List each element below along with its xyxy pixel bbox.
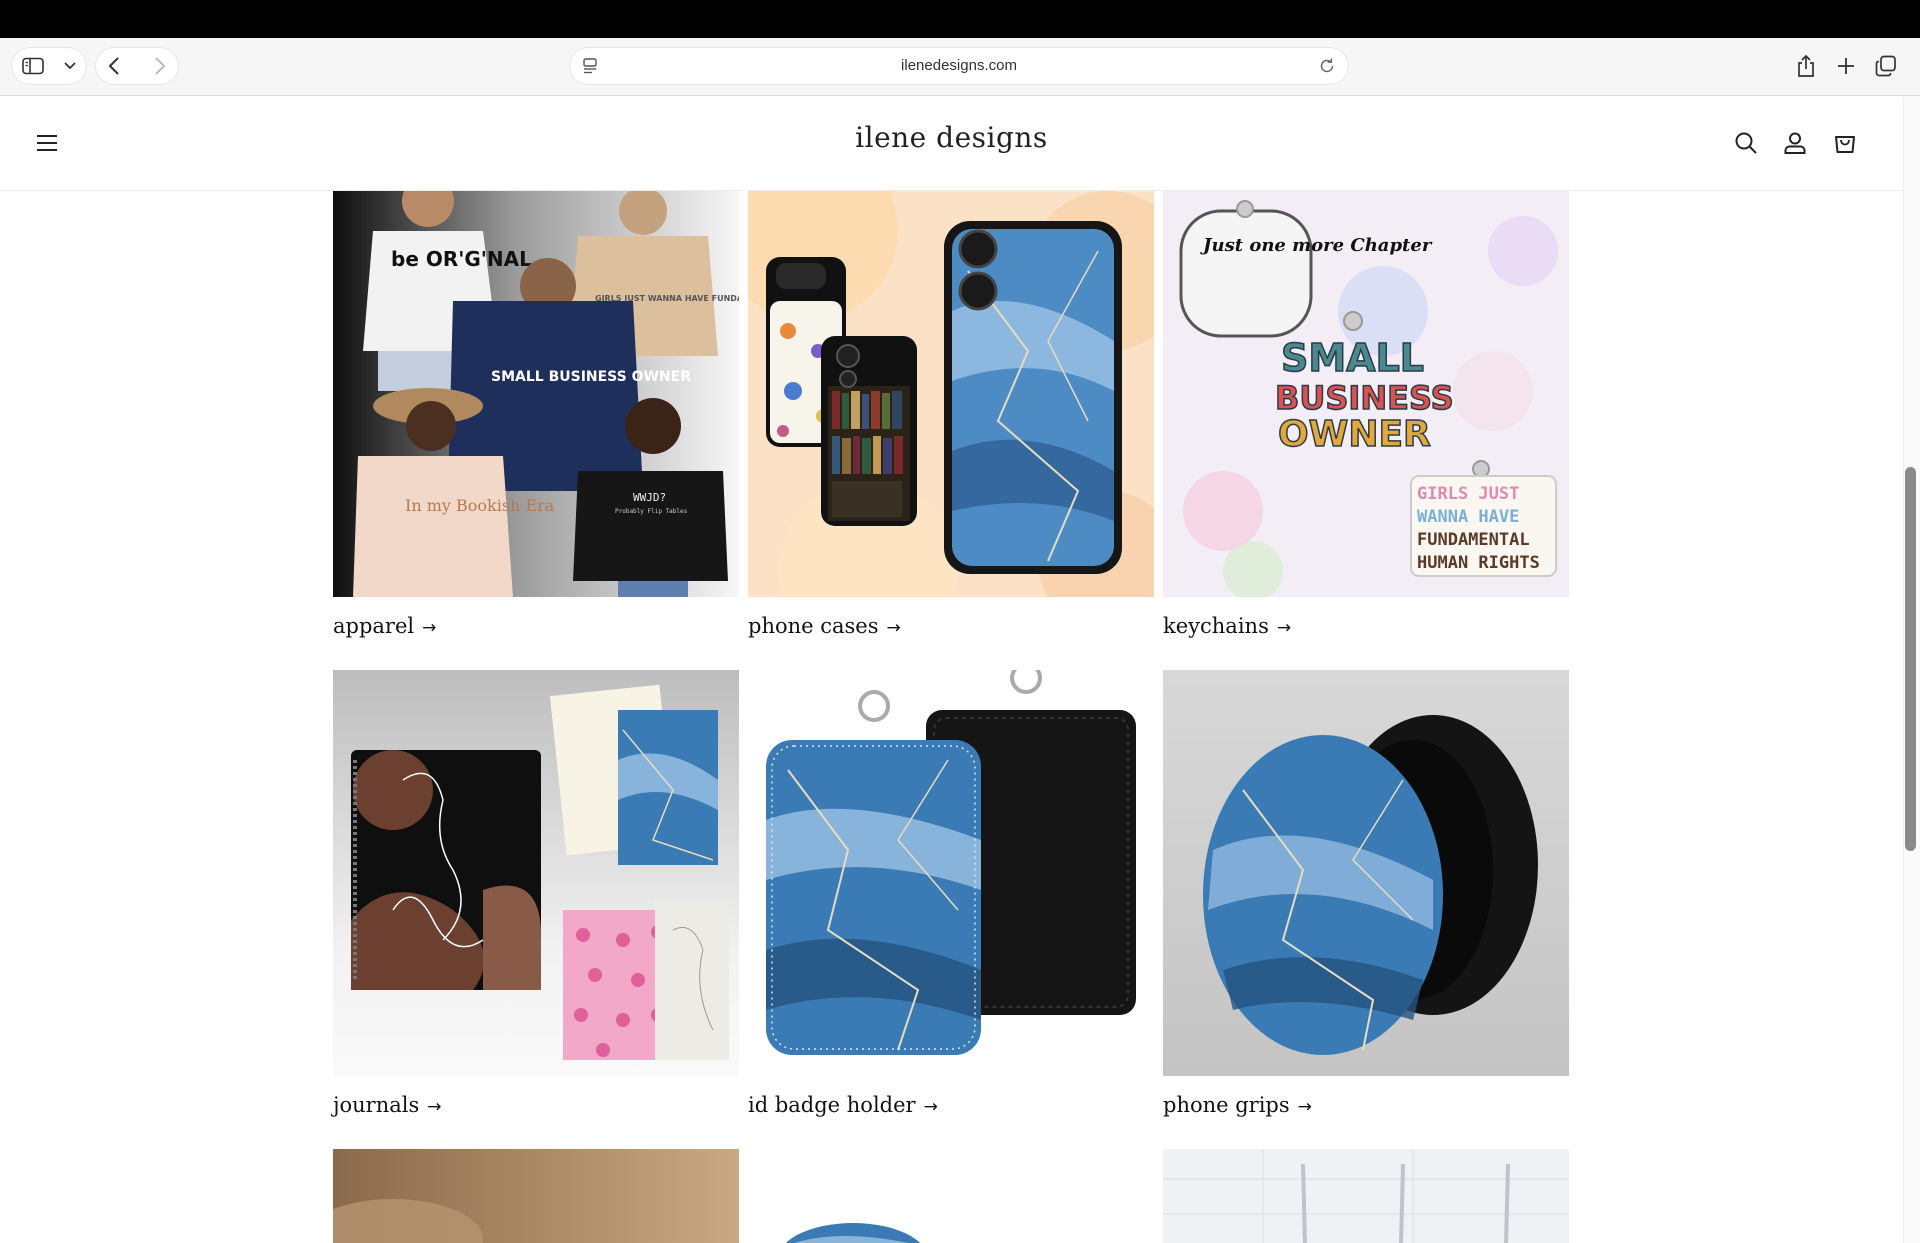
site-logo[interactable]: ilene designs: [0, 121, 1903, 154]
collection-card-partial[interactable]: [333, 1149, 739, 1243]
url-text: ilenedesigns.com: [901, 57, 1017, 74]
arrow-right-icon: →: [427, 1097, 442, 1117]
arrow-right-icon: →: [886, 618, 901, 638]
arrow-right-icon: →: [422, 618, 437, 638]
collection-card-phone-cases[interactable]: phone cases →: [748, 191, 1154, 638]
sidebar-toggle-button[interactable]: [12, 48, 86, 84]
keychain-chapter-text: Just one more Chapter: [1200, 235, 1433, 256]
address-bar[interactable]: ilenedesigns.com: [570, 48, 1348, 84]
share-icon: [1796, 54, 1816, 78]
apparel-bookish-text: In my Bookish Era: [405, 496, 555, 515]
search-icon[interactable]: [1733, 130, 1759, 156]
collection-link-id-badge-holder[interactable]: id badge holder →: [748, 1093, 938, 1117]
collection-label: phone grips: [1163, 1093, 1290, 1117]
phone-grips-image[interactable]: [1163, 670, 1569, 1076]
new-tab-icon: [1837, 57, 1855, 75]
share-button[interactable]: [1788, 48, 1824, 84]
site-header: ilene designs: [0, 97, 1903, 191]
navigation-buttons: [96, 48, 178, 84]
keychain-owner-text: OWNER: [1278, 414, 1431, 455]
collection-link-phone-cases[interactable]: phone cases →: [748, 614, 901, 638]
apparel-image[interactable]: be OR'G'NAL GIRLS JUST WANNA HAVE FUNDAM…: [333, 191, 739, 597]
collection-link-keychains[interactable]: keychains →: [1163, 614, 1291, 638]
keychain-girls-text: GIRLS JUST: [1417, 484, 1519, 504]
new-tab-button[interactable]: [1828, 48, 1864, 84]
apparel-sweat-text: WWJD?: [633, 491, 666, 504]
tab-overview-button[interactable]: [1868, 48, 1904, 84]
browser-toolbar: ilenedesigns.com: [0, 38, 1920, 96]
arrow-right-icon: →: [923, 1097, 938, 1117]
account-icon[interactable]: [1782, 130, 1808, 156]
apparel-sweat-subtext: Probably Flip Tables: [615, 508, 688, 515]
arrow-right-icon: →: [1297, 1097, 1312, 1117]
collection-card-journals[interactable]: journals →: [333, 670, 739, 1117]
collection-card-apparel[interactable]: be OR'G'NAL GIRLS JUST WANNA HAVE FUNDAM…: [333, 191, 739, 638]
collection-card-partial[interactable]: [748, 1149, 1154, 1243]
keychains-image[interactable]: Just one more Chapter SMALL BUSINESS OWN…: [1163, 191, 1569, 597]
chevron-down-icon[interactable]: [64, 62, 76, 70]
collection-label: keychains: [1163, 614, 1269, 638]
collection-card-id-badge-holder[interactable]: id badge holder →: [748, 670, 1154, 1117]
back-icon[interactable]: [108, 57, 120, 75]
collection-card-partial[interactable]: [1163, 1149, 1569, 1243]
keychain-fundamental-text: FUNDAMENTAL: [1417, 530, 1530, 550]
reload-icon[interactable]: [1318, 57, 1336, 75]
collection-card-keychains[interactable]: Just one more Chapter SMALL BUSINESS OWN…: [1163, 191, 1569, 638]
collection-label: phone cases: [748, 614, 879, 638]
apparel-shirt-text: be OR'G'NAL: [391, 247, 532, 271]
collection-label: journals: [333, 1093, 420, 1117]
phone-cases-image[interactable]: [748, 191, 1154, 597]
collection-image-partial[interactable]: [333, 1149, 739, 1243]
scrollbar-thumb[interactable]: [1905, 467, 1916, 851]
collection-label: apparel: [333, 614, 415, 638]
id-badge-holder-image[interactable]: [748, 670, 1154, 1076]
collection-image-partial[interactable]: [1163, 1149, 1569, 1243]
tabs-overview-icon: [1875, 55, 1897, 77]
journals-image[interactable]: [333, 670, 739, 1076]
cart-icon[interactable]: [1832, 130, 1858, 156]
forward-icon[interactable]: [154, 57, 166, 75]
collection-link-phone-grips[interactable]: phone grips →: [1163, 1093, 1312, 1117]
sidebar-icon: [22, 57, 44, 75]
collection-label: id badge holder: [748, 1093, 916, 1117]
system-menu-bar: [0, 0, 1920, 38]
apparel-hoodie-text: SMALL BUSINESS OWNER: [491, 369, 691, 385]
collection-image-partial[interactable]: [748, 1149, 1154, 1243]
collection-link-journals[interactable]: journals →: [333, 1093, 442, 1117]
keychain-wanna-text: WANNA HAVE: [1417, 507, 1519, 527]
keychain-business-text: BUSINESS: [1275, 379, 1454, 417]
collection-card-phone-grips[interactable]: phone grips →: [1163, 670, 1569, 1117]
keychain-small-text: SMALL: [1281, 336, 1424, 380]
keychain-human-text: HUMAN RIGHTS: [1417, 553, 1540, 573]
collection-link-apparel[interactable]: apparel →: [333, 614, 436, 638]
arrow-right-icon: →: [1276, 618, 1292, 638]
